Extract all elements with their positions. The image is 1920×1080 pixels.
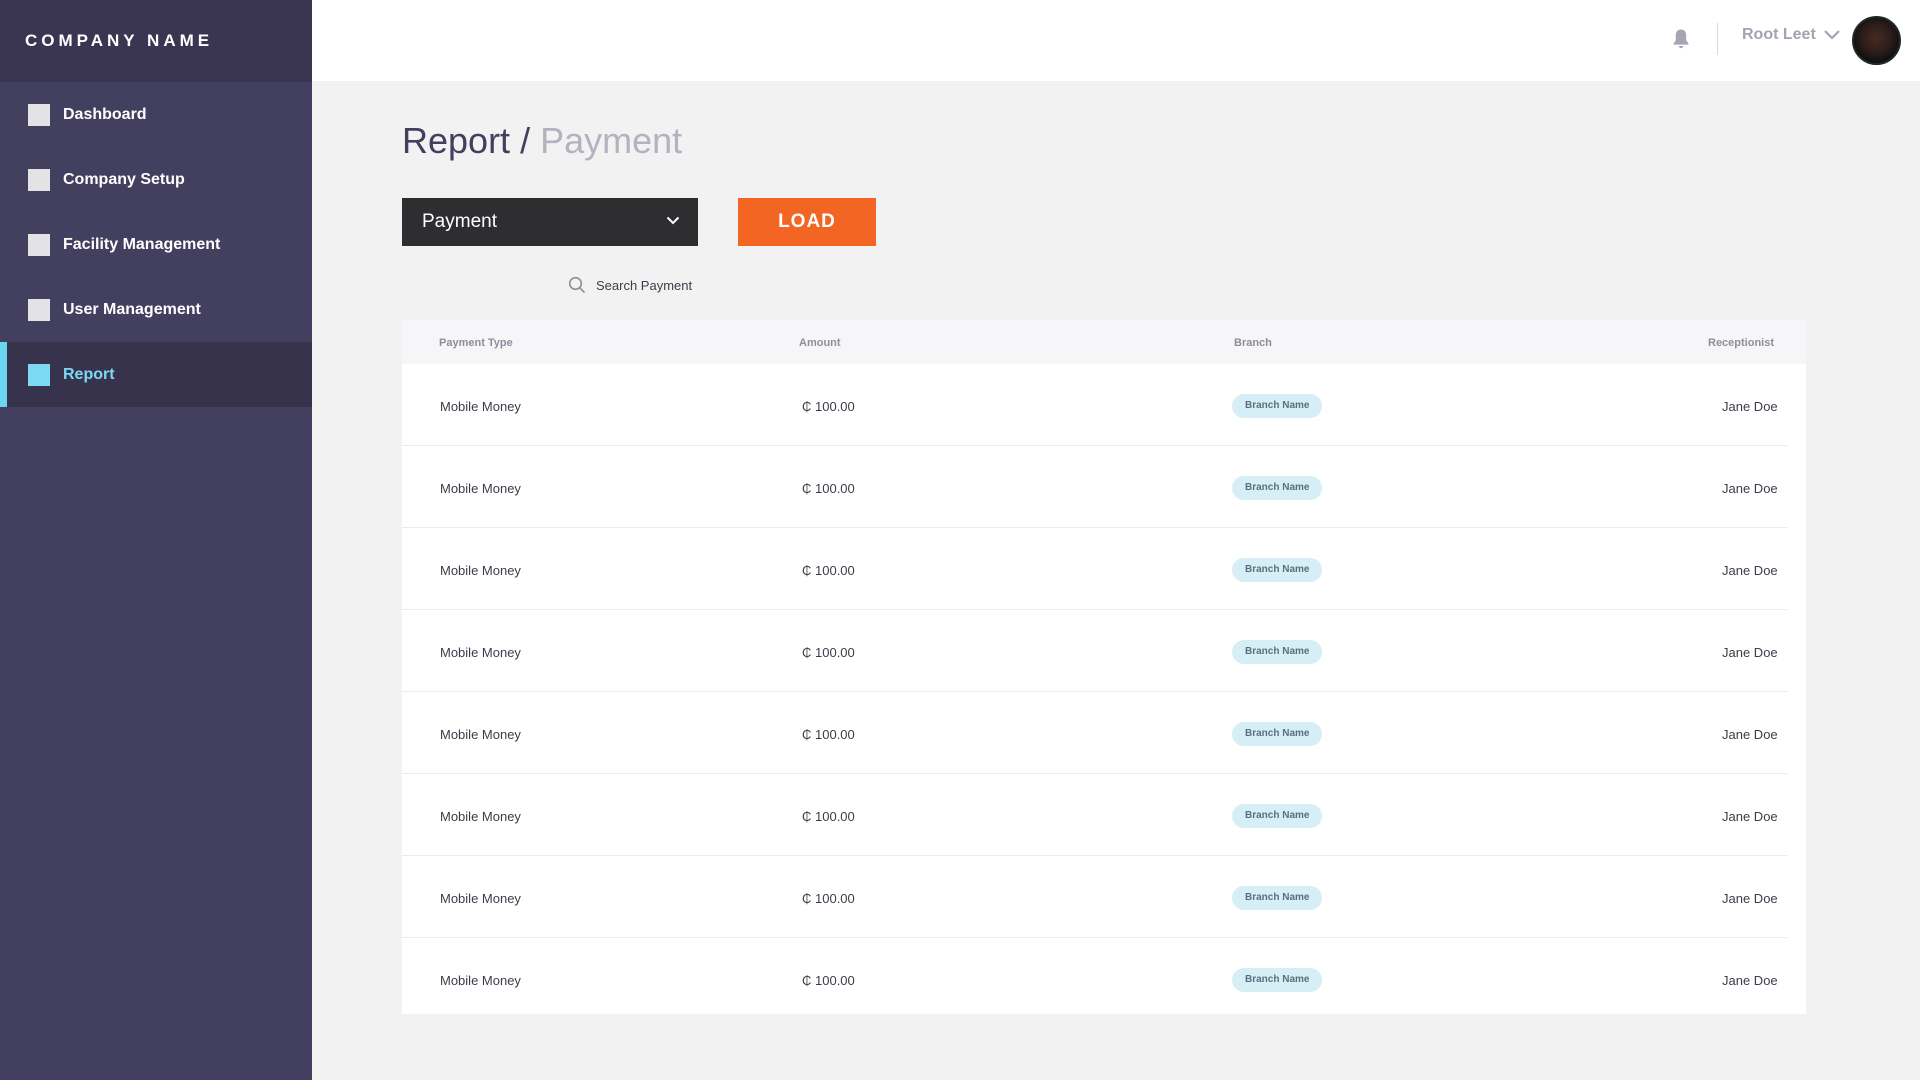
sidebar-item-label: Report [63,365,115,383]
bell-icon[interactable] [1672,28,1690,50]
table-row[interactable]: Mobile Money ₵ 100.00 Branch Name Jane D… [402,938,1788,1020]
search-input[interactable] [596,277,796,293]
report-icon [28,363,50,386]
branch-badge: Branch Name [1232,722,1323,746]
user-management-icon [28,298,50,321]
breadcrumb-current: Payment [540,120,683,161]
cell-receptionist: Jane Doe [1722,563,1778,578]
cell-payment-type: Mobile Money [440,481,521,496]
user-menu[interactable]: Root Leet [1742,26,1840,44]
cell-amount: ₵ 100.00 [802,563,855,578]
user-name: Root Leet [1742,26,1816,43]
breadcrumb-separator: / [520,120,531,161]
cell-amount: ₵ 100.00 [802,973,855,988]
table-row[interactable]: Mobile Money ₵ 100.00 Branch Name Jane D… [402,610,1788,692]
table-row[interactable]: Mobile Money ₵ 100.00 Branch Name Jane D… [402,692,1788,774]
branch-badge: Branch Name [1232,558,1323,582]
branch-badge: Branch Name [1232,394,1323,418]
table-row[interactable]: Mobile Money ₵ 100.00 Branch Name Jane D… [402,856,1788,938]
search-icon [568,276,586,294]
company-setup-icon [28,168,50,191]
dashboard-icon [28,103,50,126]
cell-payment-type: Mobile Money [440,809,521,824]
cell-amount: ₵ 100.00 [802,727,855,742]
sidebar-item-label: Company Setup [63,170,185,188]
avatar[interactable] [1852,16,1901,65]
table-row[interactable]: Mobile Money ₵ 100.00 Branch Name Jane D… [402,446,1788,528]
branch-badge: Branch Name [1232,886,1323,910]
sidebar: COMPANY NAME Dashboard Company Setup Fac… [0,0,312,1080]
cell-amount: ₵ 100.00 [802,809,855,824]
cell-receptionist: Jane Doe [1722,399,1778,414]
cell-amount: ₵ 100.00 [802,891,855,906]
sidebar-item-dashboard[interactable]: Dashboard [0,82,312,147]
cell-payment-type: Mobile Money [440,973,521,988]
topbar: Root Leet [312,0,1920,81]
table-row[interactable]: Mobile Money ₵ 100.00 Branch Name Jane D… [402,364,1788,446]
sidebar-item-label: User Management [63,300,201,318]
cell-receptionist: Jane Doe [1722,973,1778,988]
branch-badge: Branch Name [1232,968,1323,992]
sidebar-item-report[interactable]: Report [0,342,312,407]
cell-amount: ₵ 100.00 [802,645,855,660]
column-header-receptionist[interactable]: Receptionist [1708,337,1774,349]
sidebar-item-user-management[interactable]: User Management [0,277,312,342]
report-type-value: Payment [422,211,497,232]
cell-receptionist: Jane Doe [1722,481,1778,496]
sidebar-item-facility-management[interactable]: Facility Management [0,212,312,277]
table-row[interactable]: Mobile Money ₵ 100.00 Branch Name Jane D… [402,528,1788,610]
column-header-amount[interactable]: Amount [799,337,841,349]
breadcrumb-root: Report [402,120,511,161]
brand-header[interactable]: COMPANY NAME [0,0,312,82]
company-name: COMPANY NAME [25,31,214,50]
cell-payment-type: Mobile Money [440,399,521,414]
sidebar-nav: Dashboard Company Setup Facility Managem… [0,82,312,407]
cell-receptionist: Jane Doe [1722,809,1778,824]
chevron-down-icon [666,216,680,225]
payment-table: Payment Type Amount Branch Receptionist … [402,320,1806,1014]
column-header-payment-type[interactable]: Payment Type [439,337,513,349]
page-title: Report / Payment [402,120,682,162]
table-row[interactable]: Mobile Money ₵ 100.00 Branch Name Jane D… [402,774,1788,856]
sidebar-item-label: Facility Management [63,235,221,253]
cell-payment-type: Mobile Money [440,727,521,742]
branch-badge: Branch Name [1232,804,1323,828]
cell-payment-type: Mobile Money [440,645,521,660]
report-type-select[interactable]: Payment [402,198,698,246]
sidebar-item-company-setup[interactable]: Company Setup [0,147,312,212]
sidebar-item-label: Dashboard [63,105,147,123]
cell-payment-type: Mobile Money [440,891,521,906]
cell-amount: ₵ 100.00 [802,399,855,414]
branch-badge: Branch Name [1232,640,1323,664]
column-header-branch[interactable]: Branch [1234,337,1272,349]
cell-receptionist: Jane Doe [1722,727,1778,742]
cell-payment-type: Mobile Money [440,563,521,578]
cell-receptionist: Jane Doe [1722,891,1778,906]
cell-receptionist: Jane Doe [1722,645,1778,660]
chevron-down-icon [1824,30,1840,40]
table-header: Payment Type Amount Branch Receptionist [402,320,1806,364]
search-bar[interactable] [568,276,796,294]
branch-badge: Branch Name [1232,476,1323,500]
topbar-divider [1717,23,1718,55]
facility-management-icon [28,233,50,256]
load-button[interactable]: LOAD [738,198,876,246]
cell-amount: ₵ 100.00 [802,481,855,496]
